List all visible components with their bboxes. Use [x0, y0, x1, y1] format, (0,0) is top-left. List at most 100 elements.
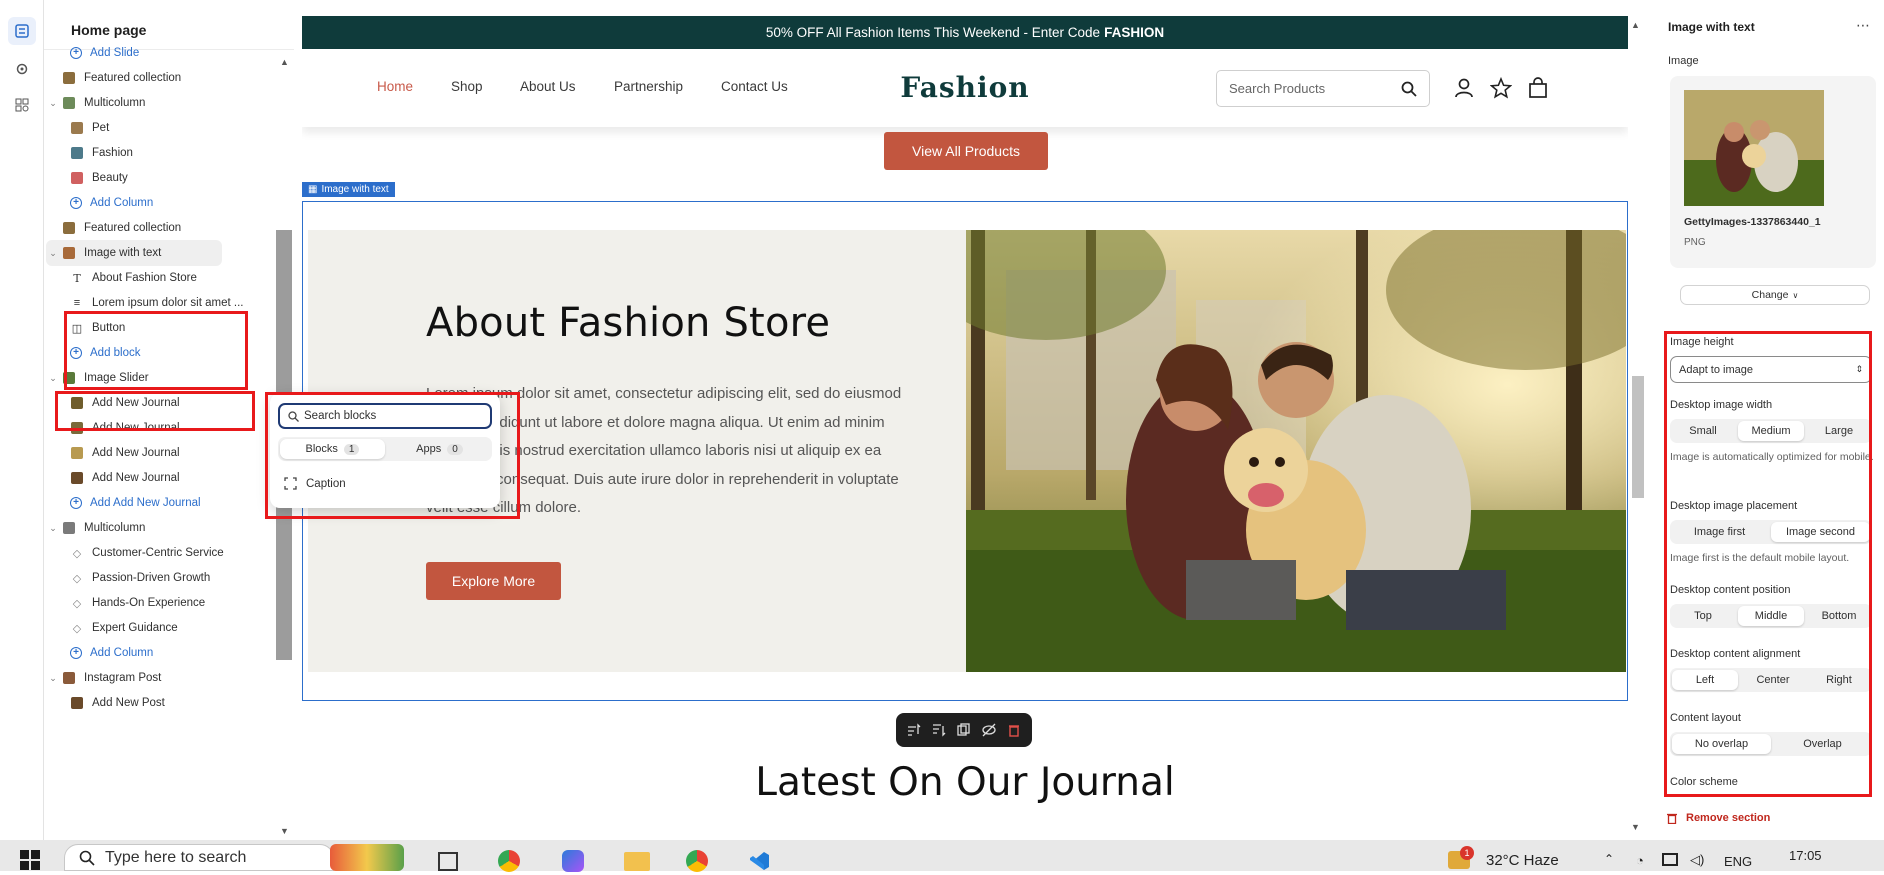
alignment-left-option[interactable]: Left [1672, 670, 1738, 690]
search-blocks-input[interactable]: Search blocks [278, 403, 492, 429]
chrome-profile-taskbar-icon[interactable] [686, 850, 708, 872]
cart-bag-icon[interactable] [1527, 77, 1549, 99]
tab-apps[interactable]: Apps 0 [387, 437, 492, 461]
view-all-products-button[interactable]: View All Products [884, 132, 1048, 170]
block-item-pet[interactable]: Pet [70, 115, 109, 141]
alignment-center-option[interactable]: Center [1740, 668, 1806, 692]
task-view-icon[interactable] [438, 852, 458, 871]
layout-no-overlap-option[interactable]: No overlap [1672, 734, 1771, 754]
chevron-down-icon[interactable]: ⌄ [48, 248, 58, 259]
more-actions-icon[interactable]: ⋯ [1856, 17, 1870, 34]
tray-chevron-up-icon[interactable]: ⌃ [1604, 852, 1614, 866]
add-link-add-column[interactable]: + Add Column [70, 190, 153, 216]
nav-about-us[interactable]: About Us [520, 79, 576, 94]
nav-home[interactable]: Home [377, 79, 413, 94]
language-indicator[interactable]: ENG [1724, 854, 1752, 869]
nav-contact-us[interactable]: Contact Us [721, 79, 788, 94]
alignment-right-option[interactable]: Right [1806, 668, 1872, 692]
block-item-customer-centric-service[interactable]: ◇ Customer-Centric Service [70, 540, 224, 566]
move-up-icon[interactable] [906, 722, 922, 738]
display-icon[interactable] [1662, 853, 1678, 866]
change-image-button[interactable]: Change ∨ [1680, 285, 1870, 305]
section-item-image-with-text[interactable]: ⌄ Image with text [46, 240, 222, 266]
tab-blocks[interactable]: Blocks 1 [280, 439, 385, 459]
explore-more-button[interactable]: Explore More [426, 562, 561, 600]
scroll-up-arrow-icon[interactable]: ▲ [1631, 20, 1640, 30]
position-middle-option[interactable]: Middle [1738, 606, 1804, 626]
desktop-width-label: Desktop image width [1670, 399, 1773, 411]
journal-section-title: Latest On Our Journal [755, 760, 1175, 805]
chevron-down-icon[interactable]: ⌄ [48, 673, 58, 684]
hide-icon[interactable] [981, 722, 997, 738]
scroll-down-arrow-icon[interactable]: ▼ [1631, 822, 1640, 832]
clock-time[interactable]: 17:05 [1789, 848, 1822, 863]
width-large-option[interactable]: Large [1806, 419, 1872, 443]
column-icon: ◇ [72, 597, 82, 610]
add-link-add-slide[interactable]: + Add Slide [70, 40, 139, 66]
section-item-instagram-post[interactable]: ⌄ Instagram Post [48, 665, 161, 691]
placement-image-second-option[interactable]: Image second [1771, 522, 1870, 542]
chrome-taskbar-icon[interactable] [498, 850, 520, 872]
move-down-icon[interactable] [931, 722, 947, 738]
position-bottom-option[interactable]: Bottom [1806, 604, 1872, 628]
preview-scrollbar-thumb[interactable] [1632, 376, 1644, 498]
windows-start-icon[interactable] [20, 850, 40, 873]
volume-icon[interactable]: ◁) [1690, 852, 1704, 868]
block-item-add-new-journal[interactable]: Add New Journal [70, 415, 180, 441]
block-item-about-fashion-store[interactable]: T About Fashion Store [70, 265, 197, 291]
site-search-input[interactable]: Search Products [1216, 70, 1430, 107]
block-item-add-new-journal[interactable]: Add New Journal [70, 440, 180, 466]
duplicate-icon[interactable] [956, 722, 972, 738]
file-explorer-icon[interactable] [624, 852, 650, 871]
add-link-add-column[interactable]: + Add Column [70, 640, 153, 666]
widgets-flowers-icon[interactable] [330, 844, 404, 871]
network-icon[interactable]: ◔ [1636, 853, 1644, 868]
account-icon[interactable] [1453, 77, 1475, 99]
layout-overlap-option[interactable]: Overlap [1773, 732, 1872, 756]
taskbar-search-box[interactable]: Type here to search [64, 844, 334, 871]
block-item-add-new-post[interactable]: Add New Post [70, 690, 165, 716]
settings-rail-button[interactable] [8, 55, 36, 83]
position-top-option[interactable]: Top [1670, 604, 1736, 628]
chevron-down-icon[interactable]: ⌄ [48, 98, 58, 109]
apps-count-badge: 0 [447, 443, 463, 455]
block-item-hands-on-experience[interactable]: ◇ Hands-On Experience [70, 590, 205, 616]
block-item-add-new-journal[interactable]: Add New Journal [70, 465, 180, 491]
section-item-multicolumn[interactable]: ⌄ Multicolumn [48, 90, 145, 116]
chevron-down-icon[interactable]: ⌄ [48, 523, 58, 534]
nav-partnership[interactable]: Partnership [614, 79, 683, 94]
block-item-lorem-ipsum-dolor-sit-amet[interactable]: ≡ Lorem ipsum dolor sit amet ... [70, 290, 244, 316]
weather-text[interactable]: 32°C Haze [1486, 852, 1559, 869]
width-medium-option[interactable]: Medium [1738, 421, 1804, 441]
sections-rail-button[interactable] [8, 17, 36, 45]
block-item-passion-driven-growth[interactable]: ◇ Passion-Driven Growth [70, 565, 210, 591]
apps-rail-button[interactable] [8, 91, 36, 119]
section-item-image-slider[interactable]: ⌄ Image Slider [48, 365, 149, 391]
copilot-taskbar-icon[interactable] [562, 850, 584, 872]
wishlist-star-icon[interactable] [1490, 77, 1512, 99]
image-picker-card: GettyImages-1337863440_1 PNG [1670, 76, 1876, 268]
thumbnail-icon [70, 121, 84, 135]
add-link-add-block[interactable]: + Add block [70, 340, 141, 366]
block-item-button[interactable]: ◫ Button [70, 315, 125, 341]
add-link-add-add-new-journal[interactable]: + Add Add New Journal [70, 490, 201, 516]
placement-image-first-option[interactable]: Image first [1670, 520, 1769, 544]
section-item-featured-collection[interactable]: Featured collection [48, 215, 181, 241]
remove-section-button[interactable]: Remove section [1666, 812, 1786, 824]
image-thumbnail[interactable] [1684, 90, 1824, 206]
block-item-add-new-journal[interactable]: Add New Journal [70, 390, 180, 416]
block-item-expert-guidance[interactable]: ◇ Expert Guidance [70, 615, 178, 641]
image-height-select[interactable]: Adapt to image ⇕ [1670, 356, 1872, 383]
chevron-down-icon[interactable]: ⌄ [48, 373, 58, 384]
block-item-fashion[interactable]: Fashion [70, 140, 133, 166]
nav-shop[interactable]: Shop [451, 79, 483, 94]
scroll-down-icon[interactable]: ▼ [280, 826, 289, 836]
section-item-featured-collection[interactable]: Featured collection [48, 65, 181, 91]
vscode-taskbar-icon[interactable] [748, 850, 770, 872]
caption-block-option[interactable]: Caption [284, 477, 346, 490]
width-small-option[interactable]: Small [1670, 419, 1736, 443]
delete-icon[interactable] [1006, 722, 1022, 738]
scroll-up-icon[interactable]: ▲ [280, 57, 289, 67]
block-item-beauty[interactable]: Beauty [70, 165, 128, 191]
section-item-multicolumn[interactable]: ⌄ Multicolumn [48, 515, 145, 541]
